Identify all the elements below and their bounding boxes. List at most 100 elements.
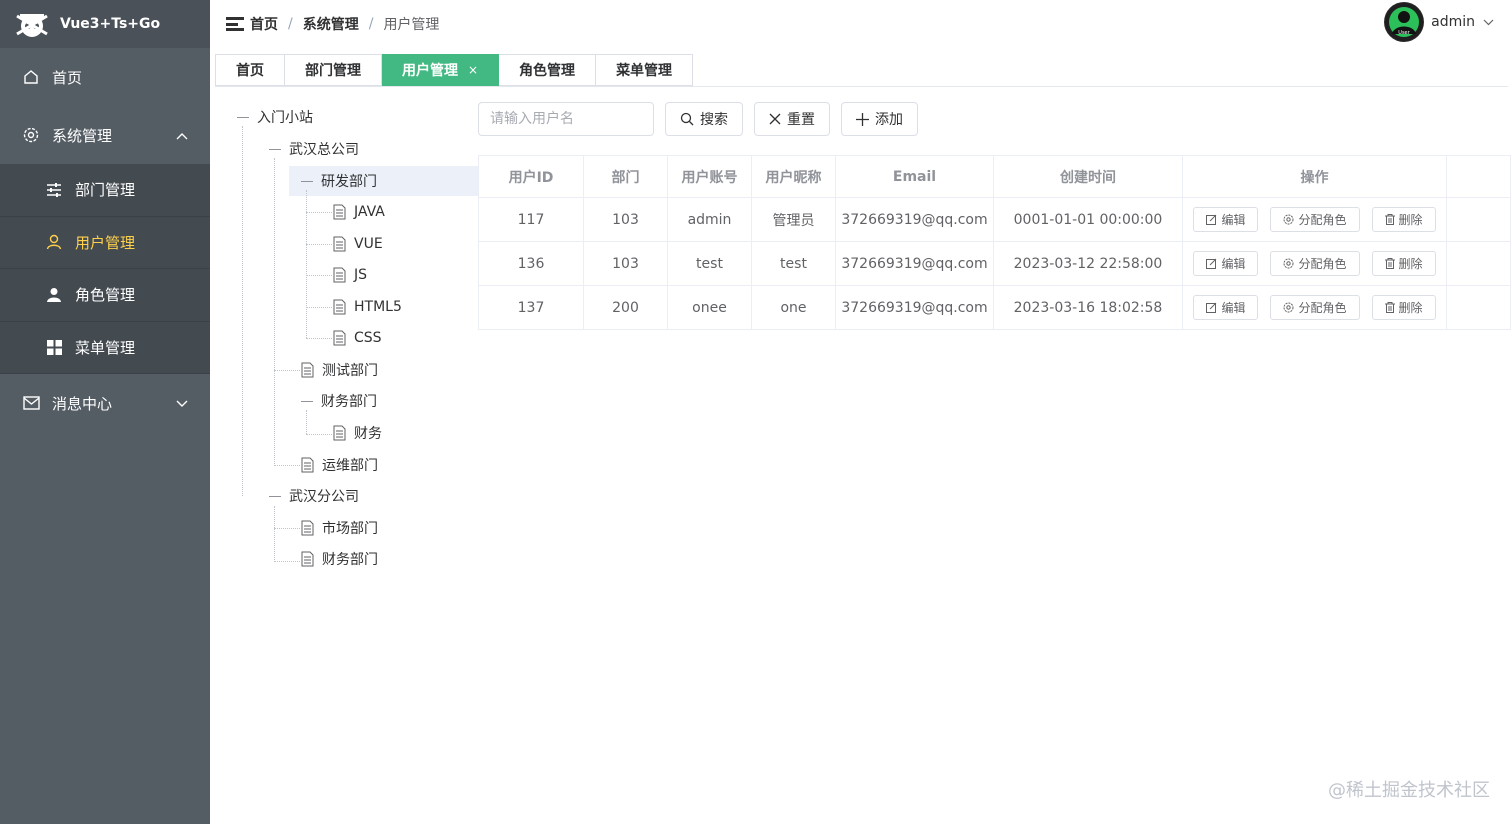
search-button[interactable]: 搜索 (665, 102, 743, 136)
home-icon (22, 68, 40, 86)
edit-button[interactable]: 编辑 (1193, 251, 1259, 276)
tree-node-label: 武汉总公司 (289, 142, 359, 158)
cell-email: 372669319@qq.com (835, 285, 994, 330)
add-button-label: 添加 (875, 112, 903, 128)
tab-home[interactable]: 首页 (215, 54, 285, 86)
breadcrumb-separator: / (288, 16, 293, 32)
tab-roles[interactable]: 角色管理 (499, 54, 597, 86)
edit-icon (1206, 302, 1217, 313)
tree-node[interactable]: JAVA (333, 198, 385, 226)
trash-icon (1384, 258, 1395, 269)
tree-node-label: HTML5 (354, 299, 402, 315)
cell-nickname: one (751, 285, 836, 330)
close-icon[interactable]: × (468, 63, 478, 77)
tree-node-label: 财务部门 (322, 552, 378, 568)
user-table: 用户ID 部门 用户账号 用户昵称 Email 创建时间 操作 117 103 … (478, 155, 1511, 330)
username-search-input[interactable] (478, 102, 654, 136)
edit-button[interactable]: 编辑 (1193, 207, 1259, 232)
sidebar-item-home[interactable]: 首页 (0, 48, 210, 106)
person-icon (45, 286, 63, 304)
tree-node[interactable]: VUE (333, 230, 383, 258)
delete-button[interactable]: 删除 (1371, 251, 1436, 276)
document-icon (333, 425, 346, 441)
assign-role-button[interactable]: 分配角色 (1270, 251, 1360, 276)
avatar[interactable]: User (1384, 2, 1424, 42)
tree-node[interactable]: 武汉总公司 (269, 135, 359, 163)
cell-actions: 编辑 分配角色 删除 (1182, 241, 1447, 286)
sidebar-item-users[interactable]: 用户管理 (0, 217, 210, 269)
cell-actions: 编辑 分配角色 删除 (1182, 285, 1447, 330)
tree-node-label: 市场部门 (322, 521, 378, 537)
column-header: 用户ID (478, 155, 584, 198)
edit-button-label: 编辑 (1221, 301, 1246, 315)
tree-node[interactable]: 武汉分公司 (269, 482, 359, 510)
edit-icon (1206, 214, 1217, 225)
sidebar-item-messages[interactable]: 消息中心 (0, 374, 210, 432)
table-row: 117 103 admin 管理员 372669319@qq.com 0001-… (478, 197, 1511, 242)
cell-account: admin (667, 197, 752, 242)
edit-button[interactable]: 编辑 (1193, 295, 1259, 320)
watermark: @稀土掘金技术社区 (1328, 780, 1490, 801)
breadcrumb-system[interactable]: 系统管理 (303, 14, 359, 34)
cell-nickname: 管理员 (751, 197, 836, 242)
delete-button[interactable]: 删除 (1371, 295, 1436, 320)
sidebar-item-label: 用户管理 (75, 233, 136, 252)
sidebar-item-department[interactable]: 部门管理 (0, 164, 210, 217)
tab-label: 部门管理 (305, 63, 361, 79)
breadcrumb-home[interactable]: 首页 (250, 14, 278, 34)
document-icon (301, 551, 314, 567)
cell-created: 0001-01-01 00:00:00 (993, 197, 1183, 242)
tab-label: 角色管理 (519, 63, 576, 79)
sidebar-item-roles[interactable]: 角色管理 (0, 269, 210, 322)
reset-button[interactable]: 重置 (754, 102, 830, 136)
tree-node[interactable]: 测试部门 (301, 356, 378, 384)
sidebar-item-system[interactable]: 系统管理 (0, 106, 210, 164)
user-icon (45, 233, 63, 251)
tree-node-label: 研发部门 (321, 174, 377, 190)
top-header: 首页 / 系统管理 / 用户管理 User admin (210, 0, 1512, 48)
tab-users[interactable]: 用户管理 × (382, 54, 500, 86)
tree-node[interactable]: 运维部门 (301, 451, 378, 479)
gear-icon (1283, 258, 1294, 269)
tree-node[interactable]: 市场部门 (301, 514, 378, 542)
tree-node[interactable]: 财务部门 (301, 545, 378, 573)
assign-role-button[interactable]: 分配角色 (1270, 295, 1360, 320)
trash-icon (1384, 214, 1395, 225)
tree-node-label: 运维部门 (322, 458, 378, 474)
tree-node[interactable]: 入门小站 (237, 103, 313, 131)
username: admin (1431, 14, 1475, 30)
delete-button-label: 删除 (1398, 301, 1423, 315)
tree-node[interactable]: CSS (333, 324, 382, 352)
gear-icon (1283, 214, 1294, 225)
assign-role-button-label: 分配角色 (1298, 301, 1347, 315)
tree-node-label: VUE (354, 236, 383, 252)
document-icon (301, 457, 314, 473)
column-header: 创建时间 (993, 155, 1183, 198)
column-filler (1446, 155, 1511, 198)
delete-button-label: 删除 (1398, 213, 1423, 227)
sidebar-item-menus[interactable]: 菜单管理 (0, 322, 210, 374)
breadcrumb: 首页 / 系统管理 / 用户管理 (250, 14, 439, 34)
tab-department[interactable]: 部门管理 (285, 54, 382, 86)
add-button[interactable]: 添加 (841, 102, 918, 136)
tree-node-selected[interactable]: 研发部门 (301, 167, 377, 195)
cell-filler (1446, 241, 1511, 286)
search-icon (680, 112, 694, 126)
system-submenu: 部门管理 用户管理 角色管理 菜单管理 (0, 164, 210, 374)
tab-menus[interactable]: 菜单管理 (596, 54, 694, 86)
tree-node[interactable]: 财务 (333, 419, 382, 447)
table-row: 136 103 test test 372669319@qq.com 2023-… (478, 241, 1511, 286)
menu-toggle-icon[interactable] (226, 17, 244, 31)
cell-dept: 103 (583, 197, 668, 242)
tree-node[interactable]: JS (333, 261, 367, 289)
assign-role-button[interactable]: 分配角色 (1270, 207, 1360, 232)
breadcrumb-separator: / (368, 16, 374, 32)
app-logo[interactable]: Vue3+Ts+Go (0, 0, 210, 48)
cell-actions: 编辑 分配角色 删除 (1182, 197, 1447, 242)
user-dropdown[interactable]: admin (1431, 14, 1494, 30)
tree-node[interactable]: 财务部门 (301, 387, 377, 415)
delete-button[interactable]: 删除 (1371, 207, 1436, 232)
tab-label: 菜单管理 (616, 63, 673, 79)
close-icon (769, 113, 781, 125)
tree-node[interactable]: HTML5 (333, 293, 402, 321)
